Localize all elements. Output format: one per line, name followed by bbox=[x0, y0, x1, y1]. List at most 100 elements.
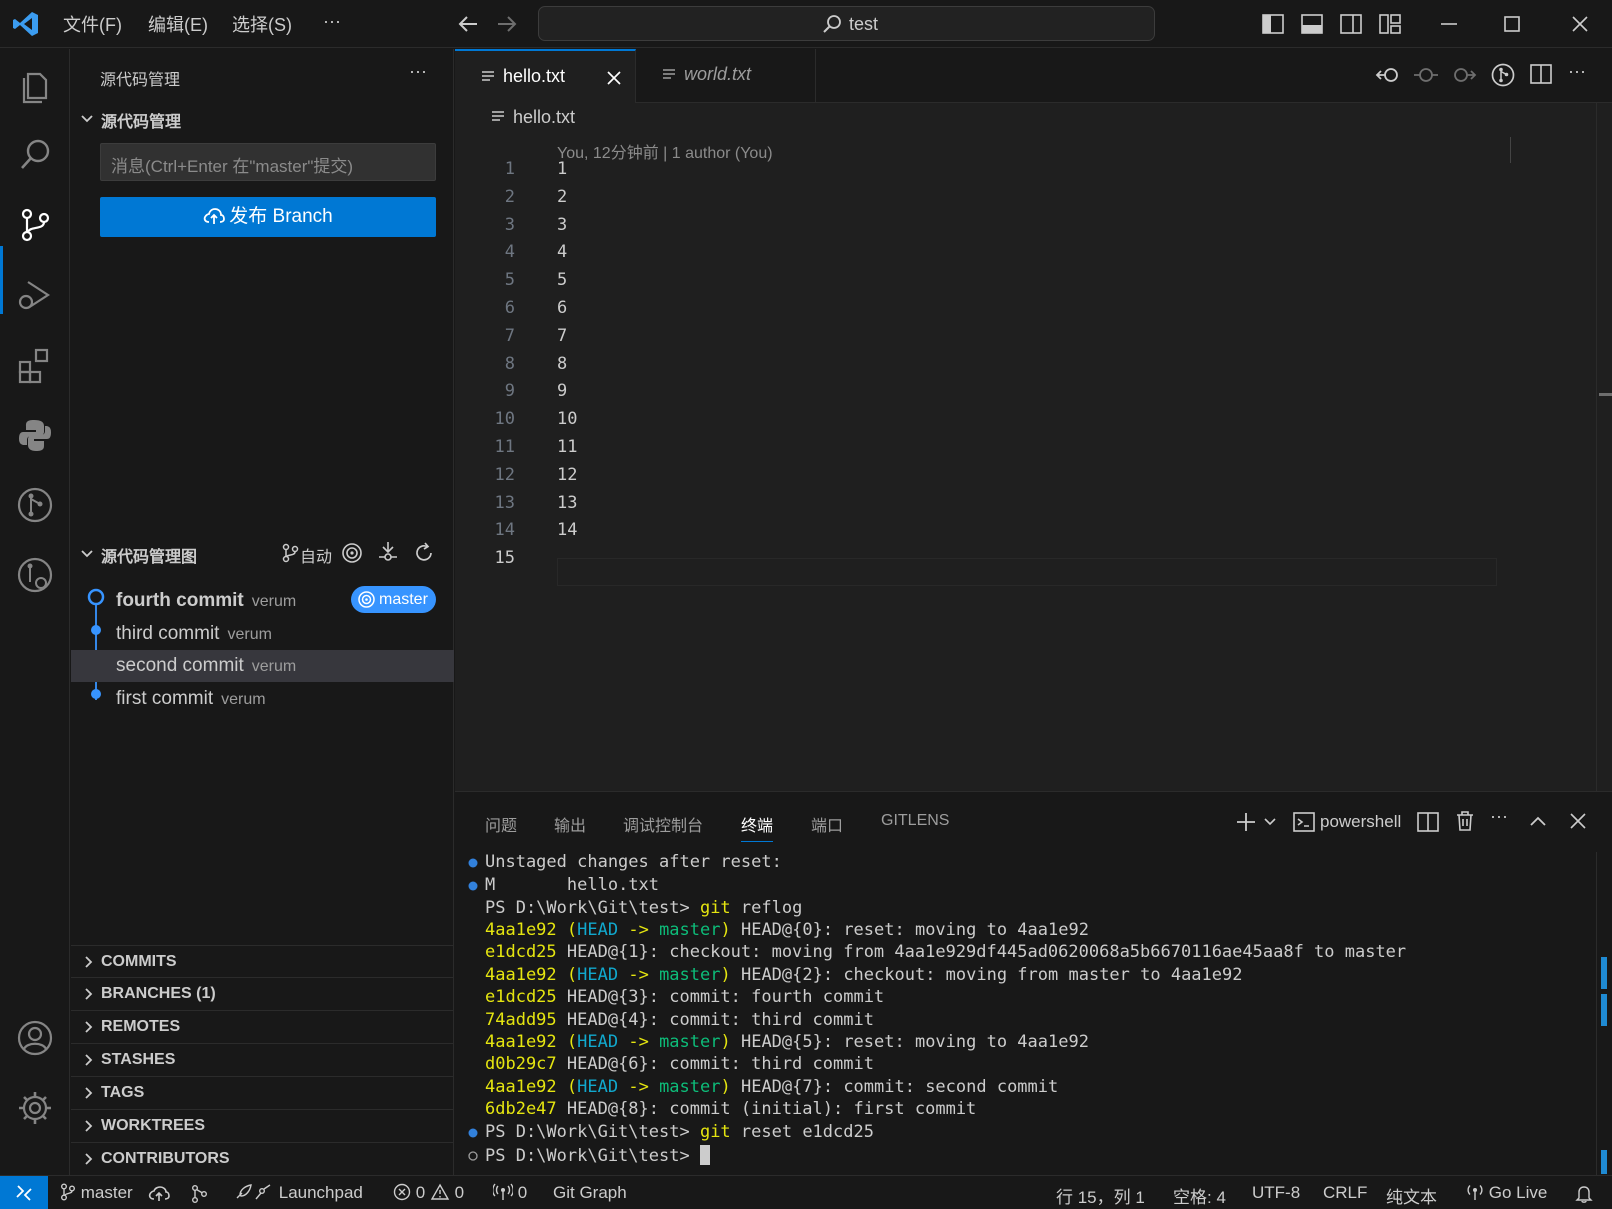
section-commits[interactable]: COMMITS bbox=[71, 945, 454, 977]
tab-gitlens[interactable]: GITLENS bbox=[881, 812, 949, 830]
section-worktrees[interactable]: WORKTREES bbox=[71, 1109, 454, 1141]
graph-commit-row[interactable]: fourth commit verum master bbox=[71, 585, 454, 617]
run-debug-icon[interactable] bbox=[14, 274, 56, 316]
terminal-shell-name[interactable]: powershell bbox=[1320, 812, 1401, 832]
section-tags[interactable]: TAGS bbox=[71, 1076, 454, 1108]
graph-commit-row[interactable]: first commit verum bbox=[71, 683, 454, 715]
forward-arrow-icon[interactable] bbox=[496, 14, 518, 34]
maximize-icon[interactable] bbox=[1503, 15, 1521, 33]
git-graph-icon[interactable] bbox=[14, 484, 56, 526]
menu-selection[interactable]: 选择(S) bbox=[232, 11, 292, 37]
open-changes-icon[interactable] bbox=[1413, 64, 1439, 86]
branch-picker-icon[interactable] bbox=[281, 543, 299, 563]
branch-status[interactable]: master bbox=[60, 1183, 133, 1203]
chevron-down-icon[interactable] bbox=[1263, 816, 1277, 828]
close-tab-icon[interactable] bbox=[606, 70, 622, 86]
close-window-icon[interactable] bbox=[1571, 15, 1589, 33]
command-center-search[interactable]: test bbox=[538, 6, 1155, 41]
close-panel-icon[interactable] bbox=[1569, 812, 1587, 830]
tab-world-txt[interactable]: world.txt bbox=[636, 49, 816, 103]
status-bar: master Launchpad 0 0 0 Git Graph 行 15，列 … bbox=[0, 1175, 1612, 1209]
ruler-marker bbox=[1510, 137, 1511, 163]
section-label: WORKTREES bbox=[101, 1117, 205, 1134]
fetch-icon[interactable] bbox=[377, 540, 399, 564]
code-line: 13 bbox=[557, 492, 578, 513]
python-icon[interactable] bbox=[14, 414, 56, 456]
gitlens-inspect-icon[interactable] bbox=[14, 554, 56, 596]
git-graph-toolbar-icon[interactable] bbox=[1491, 63, 1515, 87]
language-mode[interactable]: 纯文本 bbox=[1386, 1183, 1437, 1208]
gitlens-blame-annotation[interactable]: You, 12分钟前 | 1 author (You) bbox=[557, 139, 773, 163]
next-change-icon[interactable] bbox=[1451, 64, 1477, 86]
tab-problems[interactable]: 问题 bbox=[485, 812, 517, 836]
toggle-panel-icon[interactable] bbox=[1301, 14, 1323, 34]
target-icon[interactable] bbox=[341, 542, 363, 564]
line-number: 14 bbox=[494, 520, 515, 541]
launchpad-status[interactable]: Launchpad bbox=[234, 1183, 363, 1203]
chevron-down-icon[interactable] bbox=[79, 546, 95, 562]
launchpad-label: Launchpad bbox=[278, 1183, 363, 1202]
terminal-scrollbar[interactable] bbox=[1596, 852, 1612, 1175]
chevron-right-icon bbox=[85, 1120, 93, 1132]
maximize-panel-icon[interactable] bbox=[1529, 814, 1547, 828]
settings-gear-icon[interactable] bbox=[14, 1087, 56, 1129]
section-contributors[interactable]: CONTRIBUTORS bbox=[71, 1142, 454, 1174]
section-stashes[interactable]: STASHES bbox=[71, 1043, 454, 1075]
graph-commit-row[interactable]: third commit verum bbox=[71, 618, 454, 650]
tab-terminal[interactable]: 终端 bbox=[741, 812, 774, 842]
explorer-icon[interactable] bbox=[14, 64, 56, 106]
file-encoding[interactable]: UTF-8 bbox=[1252, 1183, 1300, 1203]
panel-more-icon[interactable]: ··· bbox=[1490, 806, 1508, 827]
branch-badge-master[interactable]: master bbox=[351, 586, 436, 613]
breadcrumb-file[interactable]: hello.txt bbox=[513, 107, 575, 128]
text-editor[interactable]: hello.txt You, 12分钟前 | 1 author (You) 11… bbox=[455, 103, 1612, 791]
section-label: STASHES bbox=[101, 1051, 176, 1068]
go-live-button[interactable]: Go Live bbox=[1466, 1183, 1547, 1203]
editor-more-actions-icon[interactable]: ··· bbox=[1568, 61, 1586, 82]
menu-edit[interactable]: 编辑(E) bbox=[148, 11, 208, 37]
customize-layout-icon[interactable] bbox=[1379, 14, 1401, 34]
trash-icon[interactable] bbox=[1455, 810, 1475, 832]
tab-hello-txt[interactable]: hello.txt bbox=[455, 49, 636, 103]
publish-branch-button[interactable]: 发布 Branch bbox=[100, 197, 436, 237]
search-view-icon[interactable] bbox=[14, 134, 56, 176]
section-branches[interactable]: BRANCHES (1) bbox=[71, 977, 454, 1009]
split-editor-icon[interactable] bbox=[1530, 64, 1552, 84]
notifications-bell-icon[interactable] bbox=[1575, 1184, 1593, 1204]
tab-ports[interactable]: 端口 bbox=[811, 812, 843, 836]
editor-scrollbar[interactable] bbox=[1596, 103, 1612, 791]
sidebar-more-icon[interactable]: ··· bbox=[409, 61, 427, 82]
split-terminal-icon[interactable] bbox=[1417, 812, 1439, 832]
minimize-icon[interactable] bbox=[1439, 22, 1459, 26]
refresh-icon[interactable] bbox=[413, 542, 435, 564]
accounts-icon[interactable] bbox=[14, 1017, 56, 1059]
back-arrow-icon[interactable] bbox=[457, 14, 479, 34]
graph-auto-label[interactable]: 自动 bbox=[300, 543, 332, 567]
chevron-down-icon[interactable] bbox=[79, 111, 95, 127]
menu-more[interactable]: ··· bbox=[323, 11, 341, 32]
tab-debug-console[interactable]: 调试控制台 bbox=[623, 812, 703, 836]
command-success-dot[interactable] bbox=[468, 1128, 478, 1138]
git-graph-status[interactable]: Git Graph bbox=[553, 1183, 627, 1203]
ports-status[interactable]: 0 bbox=[493, 1183, 527, 1203]
publish-cloud-icon[interactable] bbox=[148, 1185, 170, 1203]
menu-file[interactable]: 文件(F) bbox=[63, 11, 122, 37]
section-remotes[interactable]: REMOTES bbox=[71, 1010, 454, 1042]
problems-status[interactable]: 0 0 bbox=[393, 1183, 464, 1203]
toggle-secondary-sidebar-icon[interactable] bbox=[1340, 14, 1362, 34]
end-of-line[interactable]: CRLF bbox=[1323, 1183, 1367, 1203]
command-success-dot[interactable] bbox=[468, 881, 478, 891]
indentation[interactable]: 空格: 4 bbox=[1173, 1183, 1226, 1208]
remote-indicator-button[interactable] bbox=[0, 1176, 48, 1209]
tab-output[interactable]: 输出 bbox=[554, 812, 586, 836]
cursor-position[interactable]: 行 15，列 1 bbox=[1056, 1183, 1145, 1208]
source-control-icon[interactable] bbox=[14, 204, 56, 246]
extensions-icon[interactable] bbox=[14, 344, 56, 386]
commit-message-input[interactable]: 消息(Ctrl+Enter 在"master"提交) bbox=[100, 143, 436, 181]
new-terminal-icon[interactable] bbox=[1235, 811, 1257, 833]
gitlens-graph-icon[interactable] bbox=[190, 1184, 210, 1204]
previous-change-icon[interactable] bbox=[1375, 64, 1401, 86]
graph-commit-row[interactable]: second commit verum bbox=[71, 650, 454, 682]
toggle-primary-sidebar-icon[interactable] bbox=[1262, 14, 1284, 34]
command-success-dot[interactable] bbox=[468, 858, 478, 868]
